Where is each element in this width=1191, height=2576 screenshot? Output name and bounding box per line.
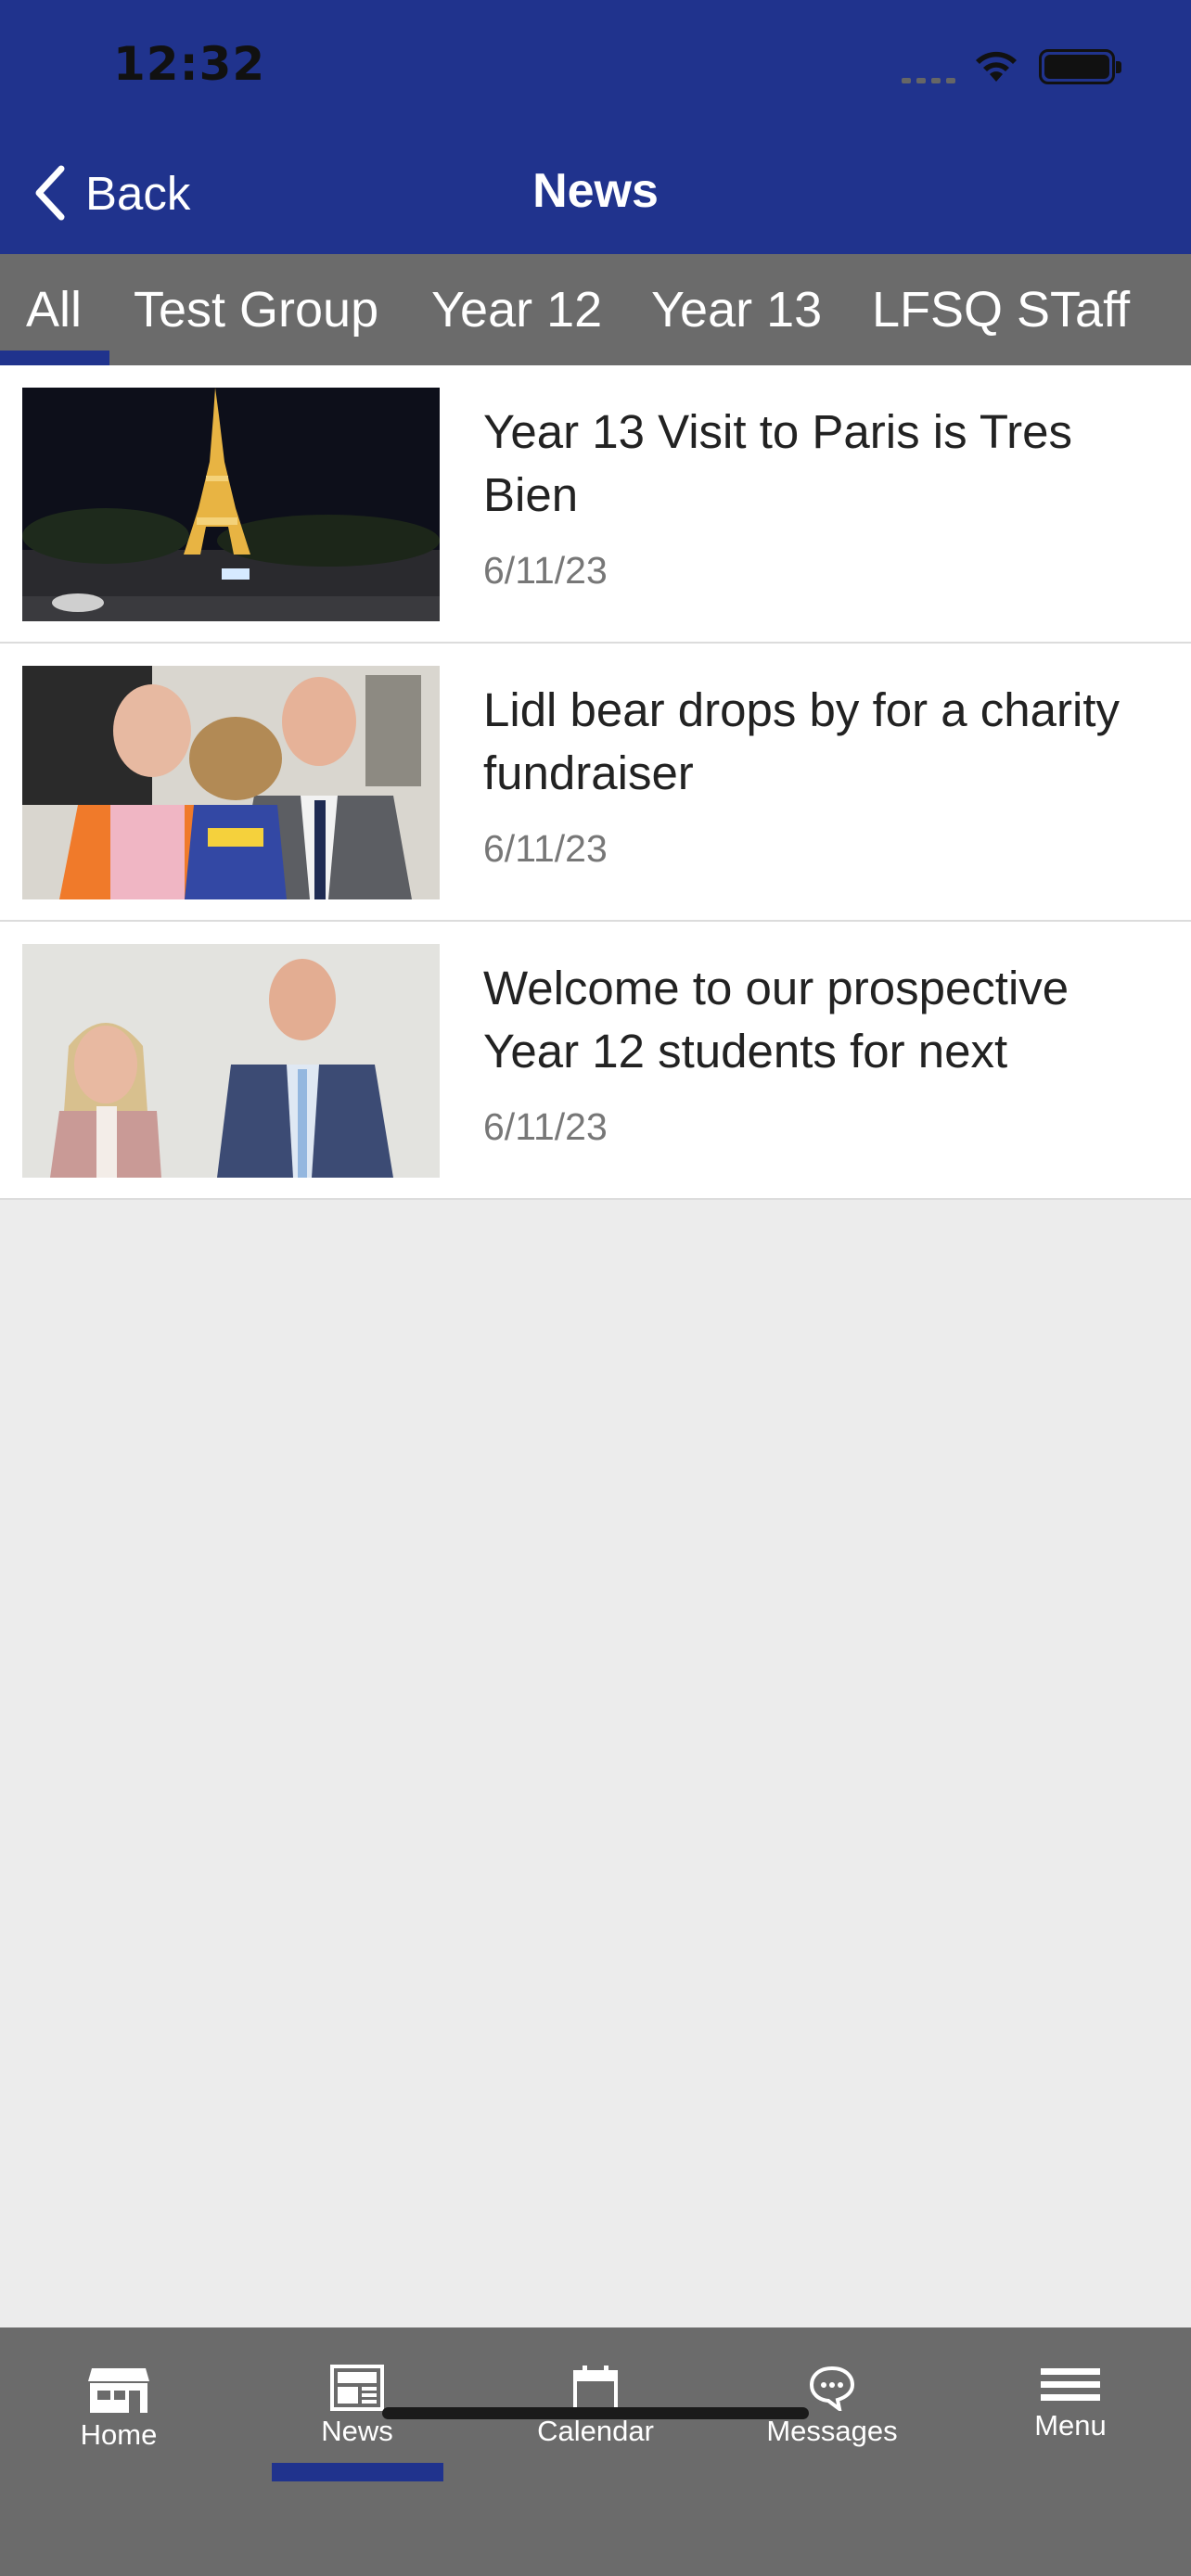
tabbar-messages[interactable]: Messages bbox=[721, 2365, 943, 2448]
status-time: 12:32 bbox=[113, 37, 266, 91]
tabbar-menu[interactable]: Menu bbox=[959, 2365, 1182, 2442]
menu-icon bbox=[1041, 2368, 1100, 2401]
navigation-header: 12:32 Back News bbox=[0, 0, 1191, 254]
news-title: Welcome to our prospective Year 12 stude… bbox=[483, 962, 1069, 1078]
news-thumbnail bbox=[22, 388, 440, 621]
news-item[interactable]: Year 13 Visit to Paris is Tres Bien 6/11… bbox=[0, 365, 1191, 644]
tabbar-news[interactable]: News bbox=[246, 2365, 468, 2448]
tab-lfsq-staff[interactable]: LFSQ STaff bbox=[872, 254, 1130, 365]
tabbar-calendar-label: Calendar bbox=[537, 2415, 654, 2447]
tabbar-news-label: News bbox=[321, 2415, 393, 2447]
news-title: Lidl bear drops by for a charity fundrai… bbox=[483, 683, 1121, 799]
news-item[interactable]: Welcome to our prospective Year 12 stude… bbox=[0, 922, 1191, 1200]
news-icon bbox=[330, 2365, 384, 2411]
tab-year-12[interactable]: Year 12 bbox=[431, 254, 602, 365]
tabbar-calendar[interactable]: Calendar bbox=[484, 2365, 707, 2448]
news-date: 6/11/23 bbox=[483, 549, 608, 592]
category-tabs: All Test Group Year 12 Year 13 LFSQ STaf… bbox=[0, 254, 1191, 365]
tabbar-home[interactable]: Home bbox=[7, 2365, 230, 2452]
page-title: News bbox=[532, 164, 659, 218]
active-tabbar-indicator bbox=[272, 2463, 443, 2481]
tab-year-13[interactable]: Year 13 bbox=[651, 254, 822, 365]
bottom-tab-bar: Home News Calendar Messages Menu bbox=[0, 2327, 1191, 2576]
tab-all[interactable]: All bbox=[26, 254, 82, 365]
tabbar-menu-label: Menu bbox=[1034, 2409, 1107, 2442]
wifi-icon bbox=[976, 51, 1017, 82]
news-date: 6/11/23 bbox=[483, 827, 608, 870]
tabbar-home-label: Home bbox=[80, 2418, 158, 2451]
tab-test-group[interactable]: Test Group bbox=[134, 254, 378, 365]
home-icon bbox=[88, 2368, 149, 2413]
battery-icon bbox=[1039, 49, 1121, 84]
news-title: Year 13 Visit to Paris is Tres Bien bbox=[483, 405, 1072, 521]
messages-icon bbox=[809, 2366, 855, 2411]
news-list: Year 13 Visit to Paris is Tres Bien 6/11… bbox=[0, 365, 1191, 1200]
news-date: 6/11/23 bbox=[483, 1105, 608, 1148]
news-item[interactable]: Lidl bear drops by for a charity fundrai… bbox=[0, 644, 1191, 922]
calendar-icon bbox=[573, 2366, 618, 2411]
news-thumbnail bbox=[22, 944, 440, 1178]
home-indicator[interactable] bbox=[382, 2407, 809, 2419]
cellular-signal-icon bbox=[902, 78, 955, 83]
news-thumbnail bbox=[22, 666, 440, 899]
active-tab-indicator bbox=[0, 351, 109, 365]
tabbar-messages-label: Messages bbox=[766, 2415, 898, 2447]
